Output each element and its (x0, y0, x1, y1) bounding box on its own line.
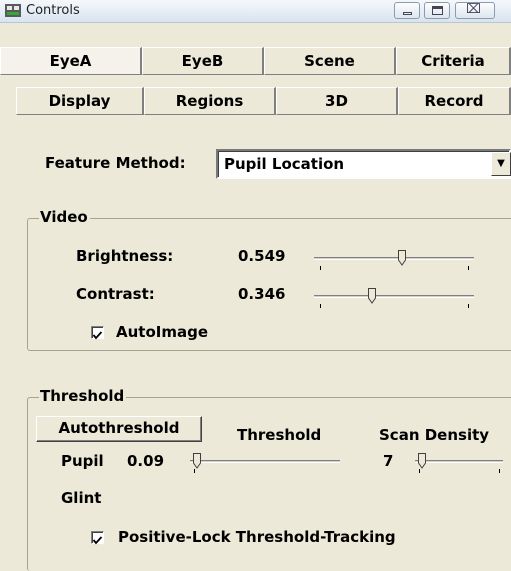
pupil-label: Pupil (61, 452, 104, 470)
feature-method-label: Feature Method: (45, 154, 186, 172)
feature-method-select[interactable]: Pupil Location ▼ (216, 149, 511, 179)
tab-label: EyeA (49, 52, 92, 70)
slider-thumb[interactable] (193, 453, 201, 469)
tab-label: Scene (304, 52, 355, 70)
tab-label: EyeB (181, 52, 224, 70)
minimize-icon (403, 12, 412, 15)
slider-tick (499, 469, 500, 473)
positive-lock-label: Positive-Lock Threshold-Tracking (118, 528, 396, 546)
autothreshold-button-label: Autothreshold (58, 419, 180, 437)
slider-thumb[interactable] (418, 453, 426, 469)
slider-tick (194, 469, 195, 473)
minimize-button[interactable] (394, 2, 420, 19)
tab-display[interactable]: Display (16, 87, 144, 115)
tab-label: Record (424, 92, 484, 110)
close-icon: ⌧ (466, 2, 481, 17)
title-bar[interactable]: Controls ⌧ (0, 0, 511, 23)
checkmark-icon (92, 536, 103, 545)
tab-label: 3D (325, 92, 348, 110)
tab-label: Display (48, 92, 111, 110)
slider-thumb[interactable] (368, 288, 377, 304)
app-icon (5, 4, 21, 17)
maximize-button[interactable] (424, 2, 450, 19)
tab-criteria[interactable]: Criteria (396, 47, 511, 75)
brightness-label: Brightness: (76, 247, 174, 265)
chevron-down-icon[interactable]: ▼ (491, 152, 511, 176)
pupil-threshold-slider[interactable] (190, 452, 340, 474)
tab-label: Regions (175, 92, 244, 110)
positive-lock-checkbox[interactable] (91, 531, 104, 545)
tab-regions[interactable]: Regions (144, 87, 276, 115)
slider-tick (320, 304, 321, 308)
feature-method-value: Pupil Location (224, 155, 345, 173)
slider-track (190, 460, 340, 463)
tab-eyeb[interactable]: EyeB (142, 47, 264, 75)
slider-track (314, 295, 474, 298)
brightness-value: 0.549 (238, 247, 286, 265)
autoimage-checkbox[interactable] (91, 326, 104, 340)
video-group-label: Video (39, 208, 90, 226)
tab-record[interactable]: Record (398, 87, 511, 115)
tab-scene[interactable]: Scene (264, 47, 396, 75)
autoimage-label: AutoImage (116, 323, 209, 341)
checkmark-icon (92, 331, 103, 340)
tab-eyea[interactable]: EyeA (0, 47, 142, 75)
slider-track (314, 257, 474, 260)
slider-tick (320, 266, 321, 270)
tab-3d[interactable]: 3D (276, 87, 398, 115)
pupil-threshold-value: 0.09 (127, 452, 165, 470)
slider-tick (468, 304, 469, 308)
pupil-scan-density-value: 7 (383, 452, 394, 470)
threshold-column-label: Threshold (237, 426, 322, 444)
contrast-value: 0.346 (238, 285, 286, 303)
slider-thumb[interactable] (398, 250, 407, 266)
contrast-slider[interactable] (314, 287, 474, 309)
slider-tick (468, 266, 469, 270)
glint-label: Glint (61, 489, 102, 507)
slider-track (415, 460, 503, 463)
slider-tick (419, 469, 420, 473)
maximize-icon (432, 6, 443, 15)
window-title: Controls (26, 3, 80, 18)
brightness-slider[interactable] (314, 249, 474, 271)
autothreshold-button[interactable]: Autothreshold (36, 416, 202, 442)
pupil-scan-density-slider[interactable] (415, 452, 503, 474)
scan-density-column-label: Scan Density (379, 426, 490, 444)
close-button[interactable]: ⌧ (455, 2, 495, 19)
threshold-group-label: Threshold (39, 387, 127, 405)
tab-label: Criteria (421, 52, 485, 70)
contrast-label: Contrast: (76, 285, 155, 303)
